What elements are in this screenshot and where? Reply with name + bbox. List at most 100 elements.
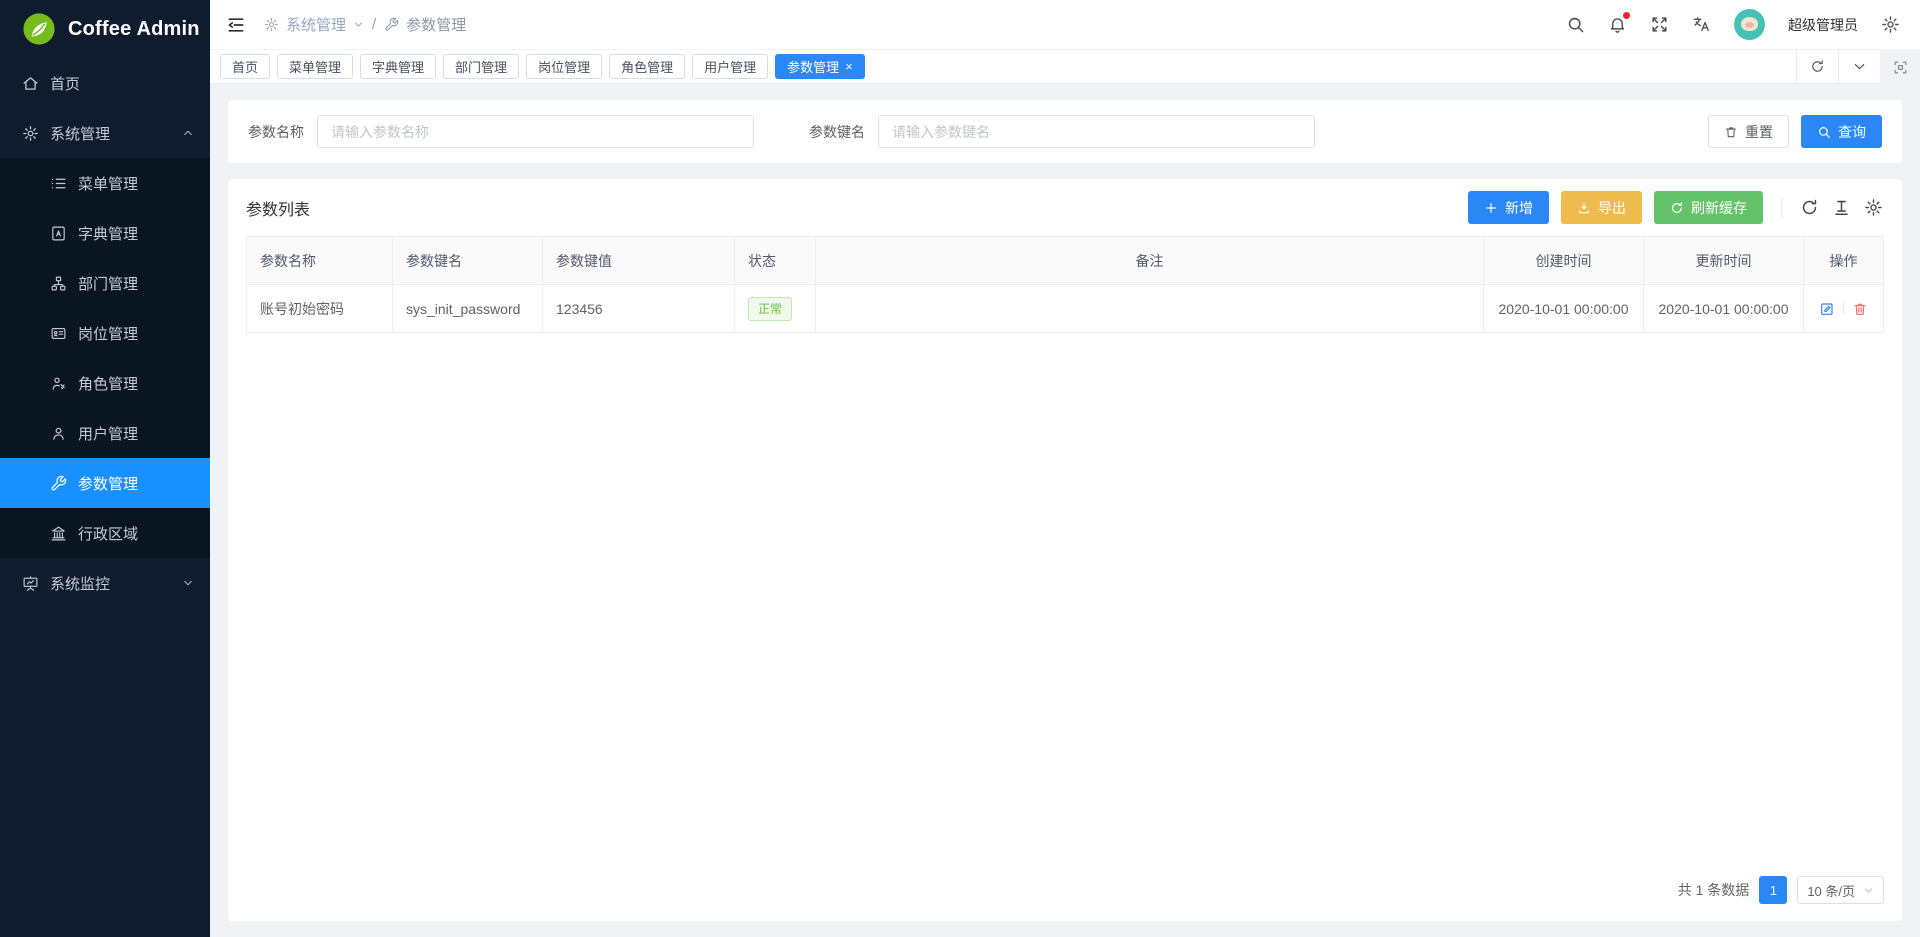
- sidebar-item-dept-mgmt[interactable]: 部门管理: [0, 258, 210, 308]
- home-icon: [22, 75, 39, 92]
- sidebar-item-system[interactable]: 系统管理: [0, 108, 210, 158]
- sidebar-item-post-mgmt[interactable]: 岗位管理: [0, 308, 210, 358]
- org-chart-icon: [50, 275, 67, 292]
- tab-menu-mgmt[interactable]: 菜单管理: [277, 54, 353, 79]
- tab-role-mgmt[interactable]: 角色管理: [609, 54, 685, 79]
- search-icon: [1817, 125, 1831, 139]
- tab-param-mgmt[interactable]: 参数管理 ×: [775, 54, 865, 79]
- refresh-cache-button[interactable]: 刷新缓存: [1654, 191, 1763, 224]
- dictionary-icon: [50, 225, 67, 242]
- tab-dict-mgmt[interactable]: 字典管理: [360, 54, 436, 79]
- sidebar-item-label: 参数管理: [78, 473, 138, 494]
- page-number-button[interactable]: 1: [1759, 876, 1787, 904]
- tab-user-mgmt[interactable]: 用户管理: [692, 54, 768, 79]
- user-avatar[interactable]: [1734, 9, 1765, 40]
- tab-label: 字典管理: [372, 57, 424, 76]
- sidebar-item-label: 系统监控: [50, 573, 110, 594]
- query-button[interactable]: 查询: [1801, 115, 1882, 148]
- sidebar-item-role-mgmt[interactable]: 角色管理: [0, 358, 210, 408]
- sidebar-item-label: 系统管理: [50, 123, 110, 144]
- app-logo[interactable]: Coffee Admin: [0, 0, 210, 58]
- query-label: 查询: [1838, 122, 1866, 142]
- col-header-remark[interactable]: 备注: [816, 237, 1484, 285]
- col-header-name[interactable]: 参数名称: [247, 237, 393, 285]
- system-submenu: 菜单管理 字典管理 部门管理 岗位管理: [0, 158, 210, 558]
- gear-icon: [22, 125, 39, 142]
- bank-icon: [50, 525, 67, 542]
- sidebar-item-user-mgmt[interactable]: 用户管理: [0, 408, 210, 458]
- gear-icon: [264, 17, 279, 32]
- download-icon: [1577, 201, 1591, 215]
- param-name-label: 参数名称: [248, 122, 304, 142]
- edit-icon[interactable]: [1819, 301, 1835, 317]
- col-header-status[interactable]: 状态: [735, 237, 816, 285]
- sidebar-item-menu-mgmt[interactable]: 菜单管理: [0, 158, 210, 208]
- notification-bell-icon[interactable]: [1608, 15, 1627, 34]
- col-header-action: 操作: [1804, 237, 1884, 285]
- cell-name: 账号初始密码: [247, 285, 393, 333]
- divider: [1781, 198, 1782, 218]
- sidebar-item-label: 角色管理: [78, 373, 138, 394]
- monitor-board-icon: [22, 575, 39, 592]
- tab-label: 角色管理: [621, 57, 673, 76]
- tabbar-tools: [1796, 50, 1880, 83]
- param-name-input[interactable]: [317, 115, 754, 148]
- tab-dept-mgmt[interactable]: 部门管理: [443, 54, 519, 79]
- tab-post-mgmt[interactable]: 岗位管理: [526, 54, 602, 79]
- breadcrumb-section[interactable]: 系统管理: [264, 14, 364, 35]
- divider: [1843, 302, 1844, 315]
- tab-home[interactable]: 首页: [220, 54, 270, 79]
- sidebar-item-label: 首页: [50, 73, 80, 94]
- sidebar-item-param-mgmt[interactable]: 参数管理: [0, 458, 210, 508]
- sidebar-item-label: 部门管理: [78, 273, 138, 294]
- col-header-created[interactable]: 创建时间: [1484, 237, 1644, 285]
- col-header-updated[interactable]: 更新时间: [1644, 237, 1804, 285]
- chevron-down-icon: [353, 19, 364, 30]
- form-item-param-key: 参数键名: [809, 115, 1315, 148]
- sidebar-item-home[interactable]: 首页: [0, 58, 210, 108]
- tab-more-chevron-icon[interactable]: [1838, 50, 1880, 83]
- list-icon: [50, 175, 67, 192]
- content-fullscreen-icon[interactable]: [1880, 50, 1920, 84]
- table-refresh-icon[interactable]: [1800, 198, 1820, 218]
- add-button[interactable]: 新增: [1468, 191, 1549, 224]
- sidebar-collapse-icon[interactable]: [226, 15, 246, 35]
- sidebar: Coffee Admin 首页 系统管理 菜单管理: [0, 0, 210, 937]
- translate-icon[interactable]: [1692, 15, 1711, 34]
- reset-button[interactable]: 重置: [1708, 115, 1789, 148]
- cell-actions: [1804, 285, 1884, 333]
- settings-gear-icon[interactable]: [1881, 15, 1900, 34]
- page-size-select[interactable]: 10 条/页: [1797, 876, 1884, 904]
- table-empty-space: [246, 333, 1884, 863]
- pagination: 共 1 条数据 1 10 条/页: [246, 863, 1884, 921]
- pagination-total: 共 1 条数据: [1678, 880, 1750, 900]
- card-tools: 新增 导出 刷新缓存: [1468, 191, 1884, 224]
- cell-remark: [816, 285, 1484, 333]
- fullscreen-icon[interactable]: [1650, 15, 1669, 34]
- table-row[interactable]: 账号初始密码 sys_init_password 123456 正常 2020-…: [247, 285, 1884, 333]
- sidebar-item-label: 用户管理: [78, 423, 138, 444]
- sidebar-menu: 首页 系统管理 菜单管理 字典管理: [0, 58, 210, 937]
- add-label: 新增: [1505, 198, 1533, 218]
- tab-close-icon[interactable]: ×: [845, 60, 853, 73]
- username[interactable]: 超级管理员: [1788, 15, 1858, 35]
- sidebar-item-region[interactable]: 行政区域: [0, 508, 210, 558]
- sidebar-item-dict-mgmt[interactable]: 字典管理: [0, 208, 210, 258]
- plus-icon: [1484, 201, 1498, 215]
- sidebar-item-monitor[interactable]: 系统监控: [0, 558, 210, 608]
- col-header-value[interactable]: 参数键值: [543, 237, 735, 285]
- tab-label: 部门管理: [455, 57, 507, 76]
- param-key-input[interactable]: [878, 115, 1315, 148]
- table-size-icon[interactable]: [1832, 198, 1852, 218]
- export-button[interactable]: 导出: [1561, 191, 1642, 224]
- param-key-label: 参数键名: [809, 122, 865, 142]
- table-settings-gear-icon[interactable]: [1864, 198, 1884, 218]
- tab-refresh-icon[interactable]: [1796, 50, 1838, 83]
- col-header-key[interactable]: 参数键名: [393, 237, 543, 285]
- export-label: 导出: [1598, 198, 1626, 218]
- delete-icon[interactable]: [1852, 301, 1868, 317]
- trash-icon: [1724, 125, 1738, 139]
- user-icon: [50, 425, 67, 442]
- search-icon[interactable]: [1566, 15, 1585, 34]
- sidebar-item-label: 菜单管理: [78, 173, 138, 194]
